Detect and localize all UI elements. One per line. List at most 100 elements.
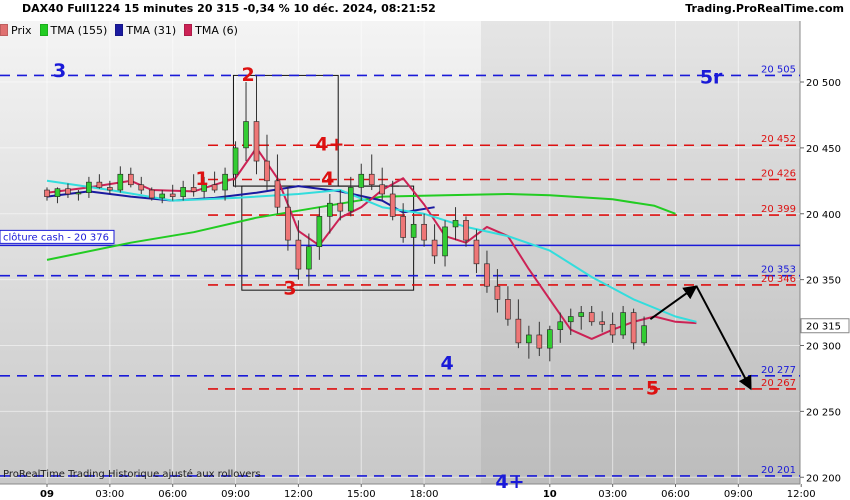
y-tick-label: 20 250 xyxy=(806,407,841,418)
candle-body xyxy=(316,216,323,247)
candle-body xyxy=(463,220,469,241)
candle-body xyxy=(222,173,228,191)
wave-label: 4 xyxy=(321,168,334,190)
candle-body xyxy=(368,173,375,186)
x-tick-label: 03:00 xyxy=(95,489,124,500)
wave-label: 5 xyxy=(646,377,659,399)
legend-label: TMA (6) xyxy=(195,23,238,37)
level-label: 20 346 xyxy=(761,274,796,285)
legend-swatch-tma6 xyxy=(184,24,193,36)
last-price-label: 20 315 xyxy=(806,322,841,333)
wave-label: 4+ xyxy=(495,471,524,493)
candle-body xyxy=(86,181,92,193)
candle-body xyxy=(107,187,113,191)
candle-body xyxy=(138,184,145,191)
legend-swatch-tma155 xyxy=(39,24,48,36)
day-shade-current xyxy=(481,21,800,484)
candle-body xyxy=(96,181,103,188)
price-chart[interactable]: clôture cash - 20 376 20 505 20 452 20 426 2… xyxy=(0,0,850,500)
candle-body xyxy=(515,318,522,344)
candle-body xyxy=(306,246,312,270)
legend-swatch-prix xyxy=(0,24,8,36)
chart-title: DAX40 Full1224 15 minutes 20 315 -0,34 %… xyxy=(22,2,436,15)
wave-label: 5r xyxy=(700,67,723,89)
y-tick-label: 20 300 xyxy=(806,342,841,353)
candle-body xyxy=(389,193,396,217)
candle-body xyxy=(54,188,61,197)
candle-body xyxy=(337,202,344,212)
candle-body xyxy=(128,173,134,186)
candle-body xyxy=(494,285,501,300)
candle-body xyxy=(253,121,260,162)
x-tick-label: 06:00 xyxy=(158,489,187,500)
indicator-legend: Prix TMA (155) TMA (31) TMA (6) xyxy=(0,22,246,38)
candle-body xyxy=(295,239,302,270)
candle-body xyxy=(588,312,595,323)
wave-label: 3 xyxy=(53,60,66,82)
candle-body xyxy=(630,312,637,344)
y-tick-label: 20 400 xyxy=(806,210,841,221)
candle-body xyxy=(431,239,438,257)
candle-body xyxy=(264,160,270,182)
level-label: 20 505 xyxy=(761,64,796,75)
candle-body xyxy=(567,316,574,323)
legend-label: TMA (155) xyxy=(50,23,108,37)
level-label: 20 201 xyxy=(761,465,796,476)
x-tick-label: 03:00 xyxy=(598,489,627,500)
candle-body xyxy=(180,187,186,197)
cash-close-label: clôture cash - 20 376 xyxy=(3,231,109,243)
level-label: 20 426 xyxy=(761,168,796,179)
candle-body xyxy=(75,192,82,195)
level-label: 20 452 xyxy=(761,134,796,145)
y-tick-label: 20 200 xyxy=(806,473,841,484)
y-tick-label: 20 350 xyxy=(806,276,841,287)
footer-note: ProRealTime Trading Historique ajusté au… xyxy=(3,469,261,480)
candle-body xyxy=(473,239,480,265)
candle-body xyxy=(526,334,532,344)
candle-body xyxy=(609,324,616,336)
candle-body xyxy=(536,334,543,349)
legend-tma155[interactable]: TMA (155) xyxy=(39,23,108,37)
wave-label: 2 xyxy=(242,64,255,86)
level-label: 20 277 xyxy=(761,365,796,376)
candle-body xyxy=(148,189,155,199)
legend-tma6[interactable]: TMA (6) xyxy=(184,24,238,37)
x-tick-label: 09:00 xyxy=(724,489,753,500)
candle-body xyxy=(274,180,281,208)
level-label: 20 267 xyxy=(761,378,796,389)
candle-body xyxy=(327,202,333,217)
level-label: 20 399 xyxy=(761,204,796,215)
candle-body xyxy=(347,187,354,212)
wave-label: 4 xyxy=(441,352,454,374)
candle-body xyxy=(452,220,459,228)
candle-body xyxy=(599,321,605,325)
y-tick-label: 20 450 xyxy=(806,144,841,155)
candle-body xyxy=(546,329,553,349)
candle-body xyxy=(65,188,71,195)
candle-body xyxy=(484,263,490,287)
x-tick-label: 09:00 xyxy=(221,489,250,500)
candle-body xyxy=(44,189,50,197)
legend-tma31[interactable]: TMA (31) xyxy=(115,24,176,37)
candle-body xyxy=(442,226,448,257)
x-tick-label: 12:00 xyxy=(284,489,313,500)
legend-prix[interactable]: Prix xyxy=(0,24,32,37)
candle-body xyxy=(641,325,647,344)
candle-body xyxy=(557,321,564,330)
candle-body xyxy=(410,223,417,238)
candle-body xyxy=(117,173,124,191)
x-tick-label: 06:00 xyxy=(661,489,690,500)
wave-label: 3 xyxy=(283,277,296,299)
candle-body xyxy=(379,184,386,195)
wave-label: 1 xyxy=(195,168,208,190)
candle-body xyxy=(159,193,166,199)
candle-body xyxy=(505,299,511,320)
candle-body xyxy=(211,184,218,191)
legend-label: TMA (31) xyxy=(126,23,177,37)
candle-body xyxy=(169,193,176,197)
candle-body xyxy=(358,173,365,188)
y-tick-label: 20 500 xyxy=(806,78,841,89)
candle-body xyxy=(285,206,291,241)
candle-body xyxy=(232,147,239,175)
candle-body xyxy=(578,312,585,317)
